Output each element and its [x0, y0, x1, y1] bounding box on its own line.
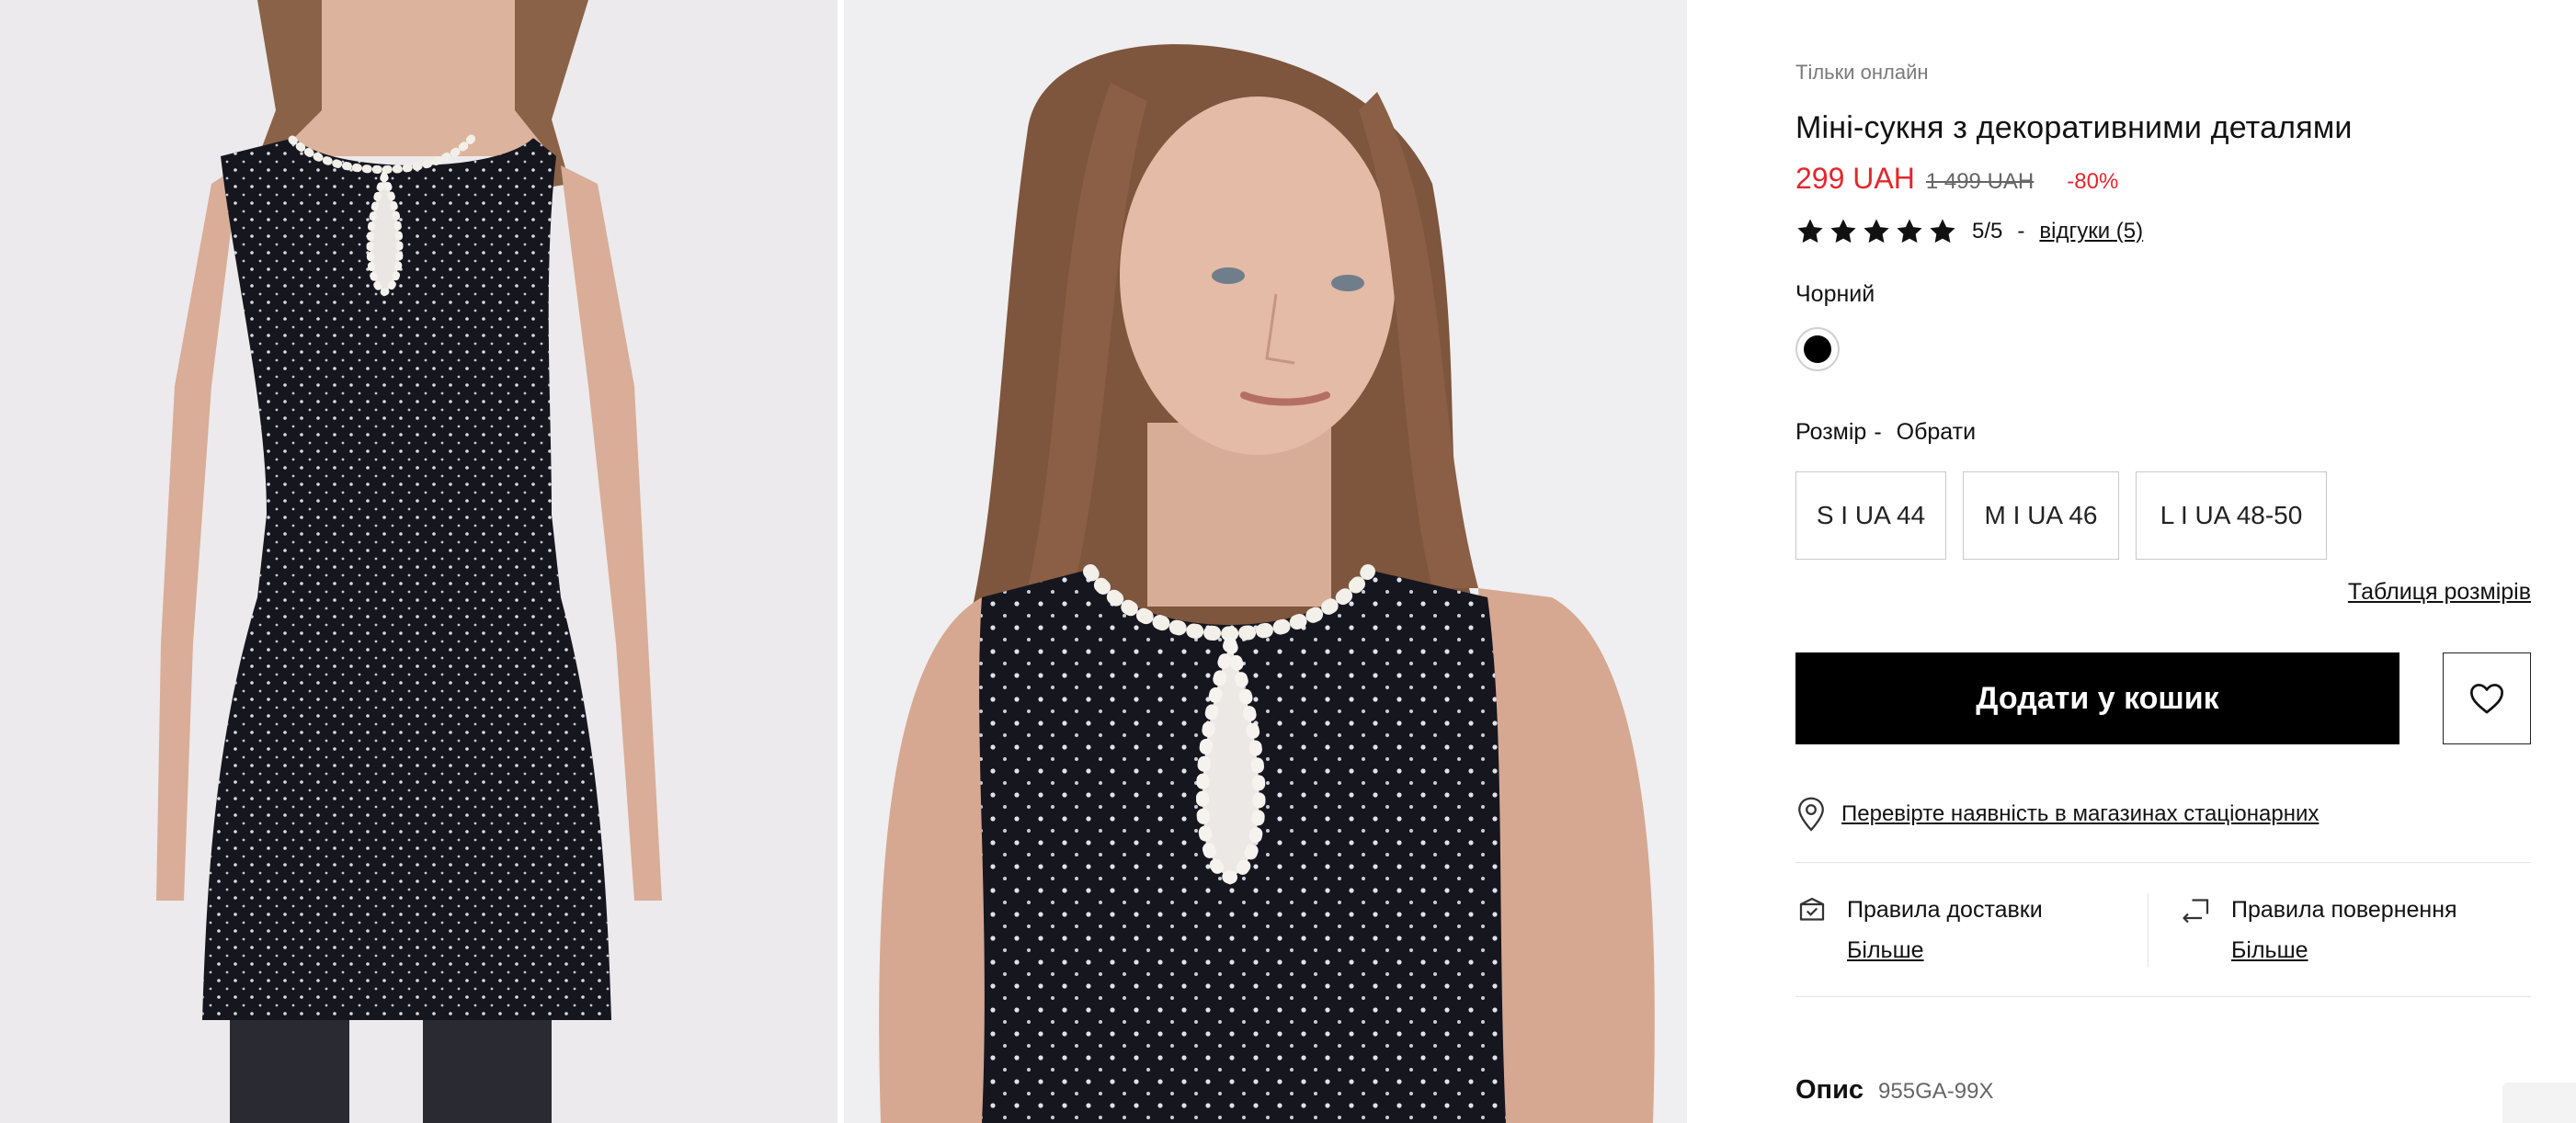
- discount-badge: -80%: [2067, 169, 2119, 194]
- star-icon: [1928, 217, 1957, 246]
- size-label: Розмір: [1795, 419, 1867, 445]
- product-photo-closeup[interactable]: [844, 0, 1687, 1123]
- size-option-l[interactable]: L I UA 48-50: [2136, 471, 2327, 560]
- size-option-s[interactable]: S I UA 44: [1795, 471, 1946, 560]
- delivery-more-link[interactable]: Більше: [1847, 934, 1924, 967]
- store-availability-row: Перевірте наявність в магазинах стаціона…: [1795, 796, 2319, 833]
- delivery-policy-title: Правила доставки: [1847, 897, 2043, 923]
- product-title: Міні-сукня з декоративними деталями: [1795, 110, 2353, 145]
- reviews-link[interactable]: відгуки (5): [2039, 219, 2143, 244]
- price-row: 299 UAH 1 499 UAH -80%: [1795, 162, 2118, 199]
- divider: [1795, 996, 2531, 997]
- wishlist-button[interactable]: [2443, 652, 2531, 744]
- add-to-cart-button[interactable]: Додати у кошик: [1795, 652, 2399, 744]
- product-info-panel: Тільки онлайн Міні-сукня з декоративними…: [1795, 0, 2531, 1123]
- color-label: Чорний: [1795, 281, 1875, 307]
- check-store-availability-link[interactable]: Перевірте наявність в магазинах стаціона…: [1841, 801, 2319, 827]
- returns-policy-text: Правила повернення Більше: [2231, 893, 2457, 967]
- star-icon: [1862, 217, 1891, 246]
- returns-more-link[interactable]: Більше: [2231, 934, 2308, 967]
- vertical-divider: [2148, 893, 2149, 967]
- size-choose-label: Обрати: [1896, 419, 1977, 445]
- star-icon: [1895, 217, 1924, 246]
- size-separator: -: [1874, 419, 1882, 445]
- star-icon: [1795, 217, 1825, 246]
- model-full-body-image: [0, 0, 838, 1123]
- size-options: S I UA 44 M I UA 46 L I UA 48-50: [1795, 471, 2327, 560]
- online-only-label: Тільки онлайн: [1795, 61, 1929, 84]
- model-closeup-image: [844, 0, 1687, 1123]
- product-gallery: [0, 0, 1687, 1123]
- price-old: 1 499 UAH: [1925, 169, 2035, 194]
- star-icon: [1829, 217, 1858, 246]
- rating-value: 5/5: [1972, 219, 2003, 244]
- description-title: Опис: [1795, 1075, 1864, 1105]
- color-swatch-black[interactable]: [1795, 327, 1840, 371]
- product-photo-full-body[interactable]: [0, 0, 838, 1123]
- size-label-row: Розмір - Обрати: [1795, 419, 1976, 446]
- rating-stars: [1795, 217, 1957, 246]
- returns-policy: Правила повернення Більше: [2180, 893, 2457, 967]
- delivery-policy-text: Правила доставки Більше: [1847, 893, 2043, 967]
- divider: [1795, 862, 2531, 863]
- product-code: 955GA-99X: [1878, 1079, 1994, 1104]
- location-pin-icon: [1798, 797, 1824, 832]
- returns-policy-title: Правила повернення: [2231, 897, 2457, 923]
- rating-separator: -: [2017, 219, 2025, 244]
- color-swatch-fill: [1804, 335, 1831, 363]
- size-option-m[interactable]: M I UA 46: [1963, 471, 2119, 560]
- heart-icon: [2470, 684, 2503, 714]
- return-arrow-icon: [2183, 899, 2209, 924]
- description-section[interactable]: Опис 955GA-99X: [1795, 1075, 1993, 1106]
- delivery-policy: Правила доставки Більше: [1795, 893, 2043, 967]
- floating-widget[interactable]: [2502, 1083, 2576, 1123]
- size-chart-link[interactable]: Таблиця розмірів: [2348, 579, 2531, 606]
- price-current: 299 UAH: [1795, 162, 1915, 195]
- rating-row: 5/5 - відгуки (5): [1795, 215, 2143, 248]
- delivery-box-icon: [1799, 897, 1825, 921]
